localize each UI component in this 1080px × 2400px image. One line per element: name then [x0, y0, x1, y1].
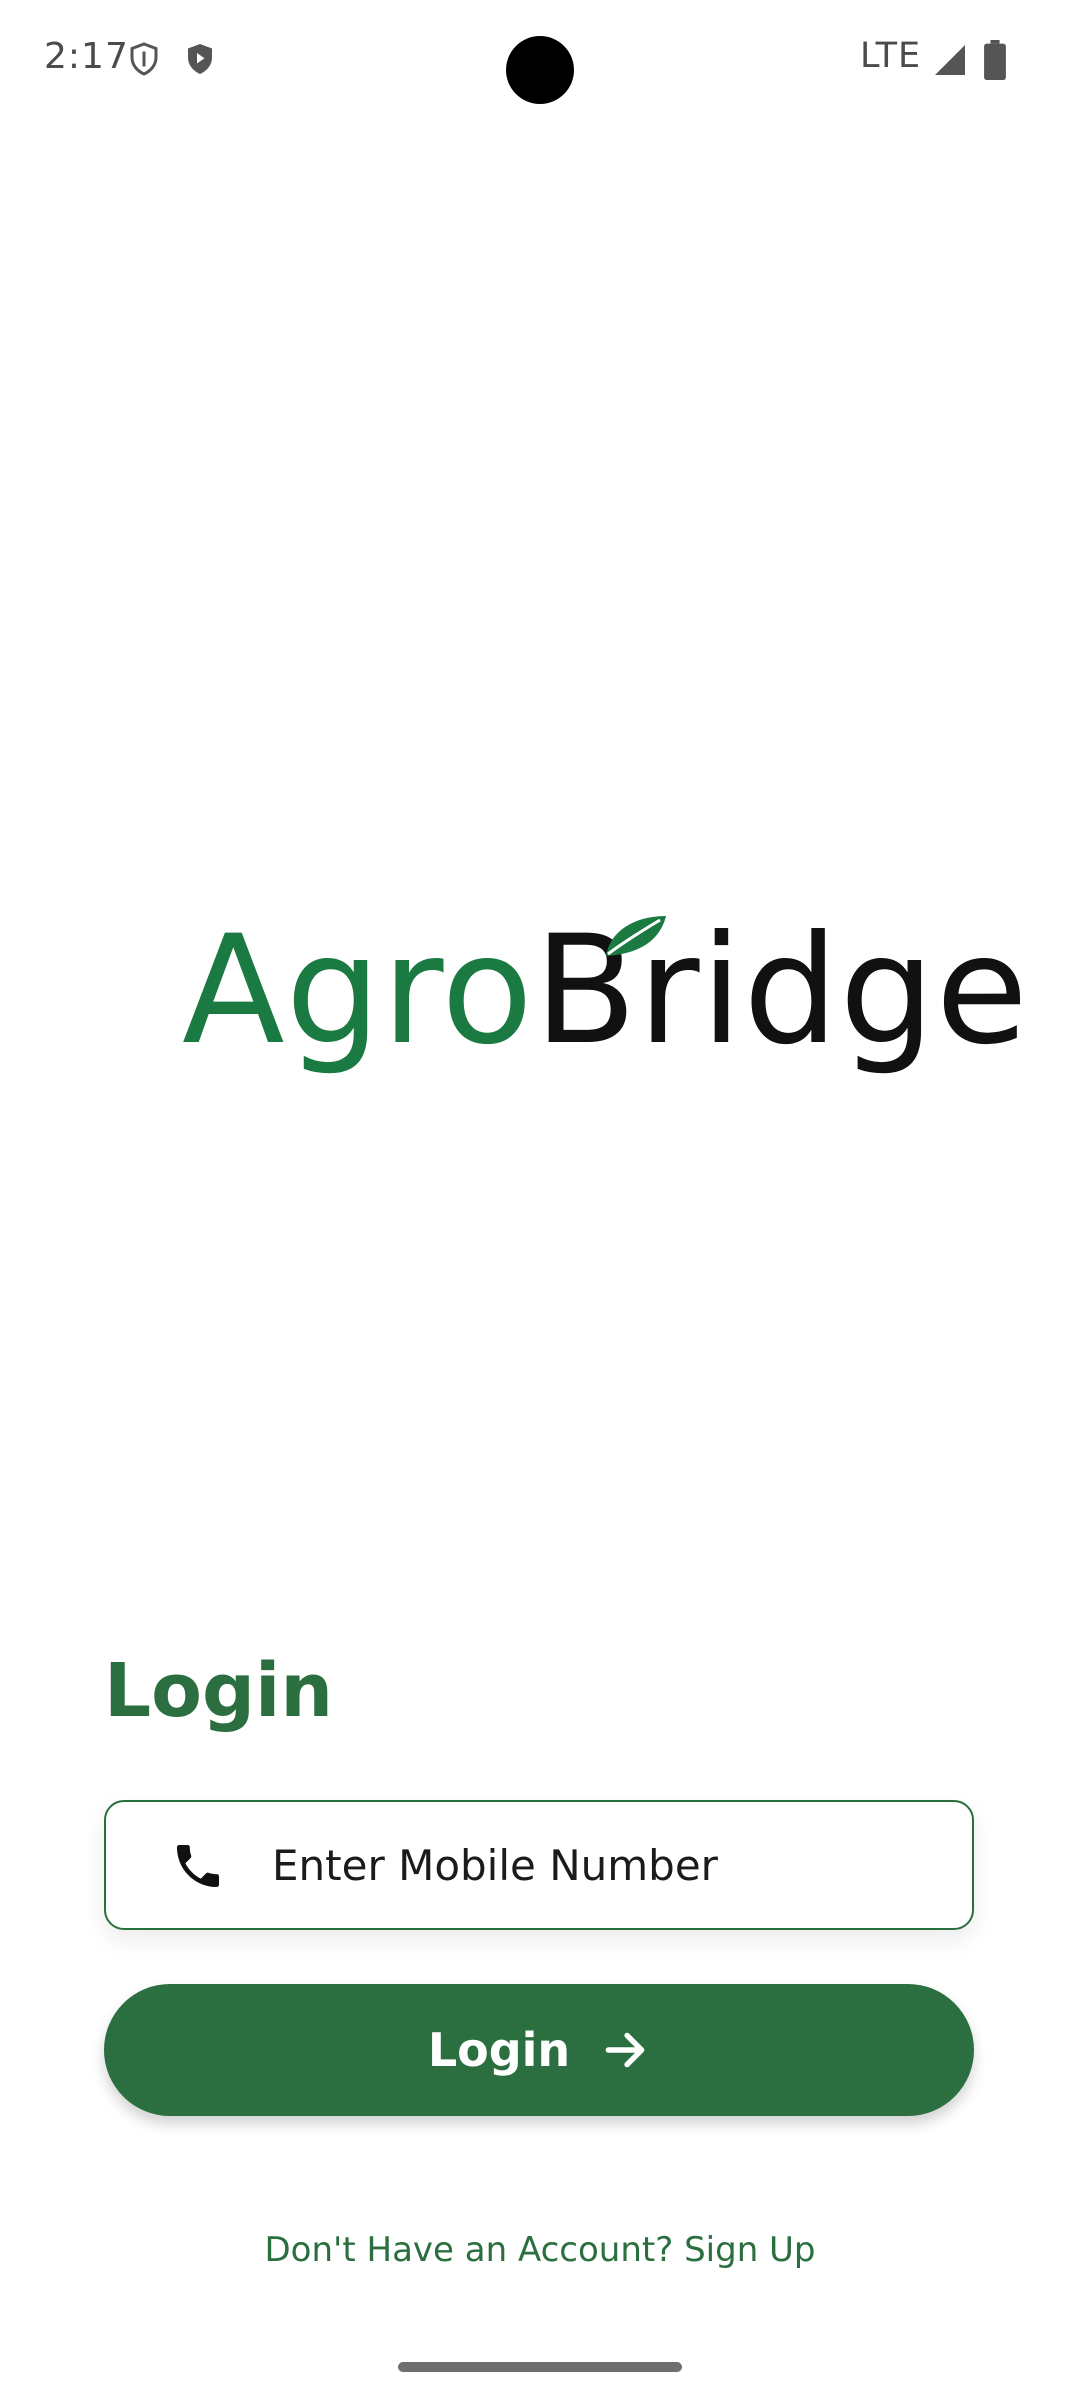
signup-prompt: Don't Have an Account?	[264, 2230, 674, 2270]
phone-icon	[177, 1845, 219, 1887]
agrobridge-logo: AgroBridge	[170, 908, 1028, 1088]
logo-agro: Agro	[182, 904, 534, 1078]
play-shield-icon	[188, 44, 212, 74]
signal-icon	[935, 45, 965, 75]
mobile-number-input[interactable]	[272, 1802, 952, 1928]
status-time: 2:17	[44, 36, 129, 77]
battery-icon	[984, 40, 1006, 80]
login-button-label: Login	[427, 2023, 571, 2077]
home-indicator[interactable]	[398, 2362, 682, 2372]
login-screen: 2:17 LTE AgroBridge Login Enter Mobile N…	[0, 0, 1080, 2400]
shield-icon	[130, 42, 158, 76]
login-heading: Login	[104, 1648, 334, 1734]
login-button[interactable]: Login	[104, 1984, 974, 2116]
camera-cutout	[506, 36, 574, 104]
arrow-right-icon	[605, 2032, 645, 2068]
signup-link-text[interactable]: Sign Up	[684, 2230, 815, 2270]
network-type: LTE	[860, 36, 922, 76]
leaf-icon	[606, 916, 666, 956]
mobile-field[interactable]	[104, 1800, 974, 1930]
signup-link[interactable]: Don't Have an Account? Sign Up	[0, 2230, 1080, 2270]
status-bar: 2:17 LTE	[0, 0, 1080, 120]
